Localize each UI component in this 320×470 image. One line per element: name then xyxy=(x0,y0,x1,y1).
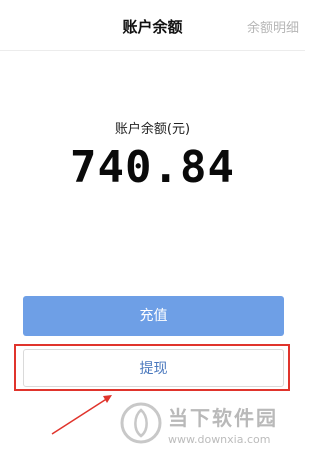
watermark-logo-icon xyxy=(120,402,162,444)
annotation-arrow xyxy=(51,395,112,435)
watermark-url: www.downxia.com xyxy=(168,433,271,446)
balance-amount: 740.84 xyxy=(70,142,235,193)
balance-details-link[interactable]: 余额明细 xyxy=(247,17,299,36)
recharge-button[interactable]: 充值 xyxy=(23,296,284,336)
header-bar: 账户余额 余额明细 xyxy=(0,0,305,51)
watermark-title: 当下软件园 xyxy=(168,406,278,430)
withdraw-button[interactable]: 提现 xyxy=(23,349,284,387)
balance-label: 账户余额(元) xyxy=(114,122,191,137)
